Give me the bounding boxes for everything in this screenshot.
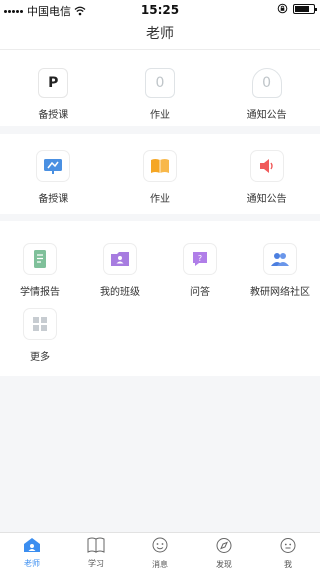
p-glyph: P — [48, 75, 59, 91]
quick-item-homework[interactable]: 0 作业 — [107, 68, 214, 121]
service-item-label: 问答 — [190, 287, 210, 298]
status-bar: 中国电信 15:25 — [0, 0, 320, 20]
open-book-icon — [142, 150, 177, 182]
quick-item-prepare[interactable]: P 备授课 — [0, 68, 107, 121]
nav-bar: 老师 — [0, 20, 320, 50]
tab-label: 消息 — [152, 560, 168, 569]
notice-count: 0 — [262, 75, 272, 91]
tool-item-label: 通知公告 — [246, 194, 287, 205]
tab-message[interactable]: 消息 — [128, 533, 192, 570]
tool-item-prepare[interactable]: 备授课 — [0, 150, 107, 205]
battery-icon — [293, 3, 317, 14]
tab-label: 学习 — [88, 559, 104, 568]
services-section: 学情报告 我的班级 ? 问答 教研网络社区 更多 — [0, 221, 320, 376]
quick-item-label: 备授课 — [38, 110, 69, 121]
service-item-community[interactable]: 教研网络社区 — [240, 243, 320, 298]
quick-stats-section: P 备授课 0 作业 0 通知公告 — [0, 50, 320, 126]
bell-zero-icon: 0 — [251, 68, 282, 98]
report-document-icon — [23, 243, 57, 275]
more-grid-icon — [23, 308, 57, 340]
service-item-label: 我的班级 — [100, 287, 140, 298]
service-item-label: 教研网络社区 — [250, 287, 310, 298]
battery-level — [295, 5, 309, 12]
homework-count: 0 — [155, 75, 165, 91]
tab-discover[interactable]: 发现 — [192, 533, 256, 570]
tab-label: 我 — [284, 560, 292, 569]
teacher-house-icon — [24, 538, 40, 552]
tab-me[interactable]: 我 — [256, 533, 320, 570]
homework-zero-icon: 0 — [144, 68, 175, 98]
p-document-icon: P — [38, 68, 69, 98]
page-title: 老师 — [146, 26, 174, 42]
profile-icon — [280, 538, 296, 553]
service-item-report[interactable]: 学情报告 — [0, 243, 80, 298]
speaker-icon — [249, 150, 284, 182]
teaching-tools-section: 备授课 作业 通知公告 — [0, 134, 320, 214]
tab-teacher[interactable]: 老师 — [0, 533, 64, 570]
rotation-lock-icon — [277, 3, 288, 14]
status-time: 15:25 — [140, 3, 180, 17]
tool-item-homework[interactable]: 作业 — [107, 150, 214, 205]
teaching-board-icon — [36, 150, 71, 182]
message-face-icon — [152, 537, 168, 553]
service-item-label: 更多 — [30, 352, 50, 363]
status-right — [277, 3, 317, 14]
service-item-label: 学情报告 — [20, 287, 60, 298]
tool-item-notice[interactable]: 通知公告 — [213, 150, 320, 205]
tool-item-label: 作业 — [149, 194, 170, 205]
quick-item-label: 通知公告 — [246, 110, 287, 121]
svg-text:?: ? — [198, 254, 202, 263]
quick-item-label: 作业 — [149, 110, 170, 121]
class-folder-icon — [103, 243, 137, 275]
community-people-icon — [263, 243, 297, 275]
tool-item-label: 备授课 — [38, 194, 69, 205]
tab-bar: 老师 学习 消息 发现 我 — [0, 532, 320, 570]
compass-icon — [216, 538, 232, 553]
book-icon — [87, 537, 105, 553]
service-item-qa[interactable]: ? 问答 — [160, 243, 240, 298]
tab-label: 老师 — [24, 559, 40, 568]
tab-study[interactable]: 学习 — [64, 533, 128, 570]
tab-label: 发现 — [216, 560, 232, 569]
service-item-class[interactable]: 我的班级 — [80, 243, 160, 298]
quick-item-notice[interactable]: 0 通知公告 — [213, 68, 320, 121]
question-chat-icon: ? — [183, 243, 217, 275]
service-item-more[interactable]: 更多 — [0, 308, 80, 363]
